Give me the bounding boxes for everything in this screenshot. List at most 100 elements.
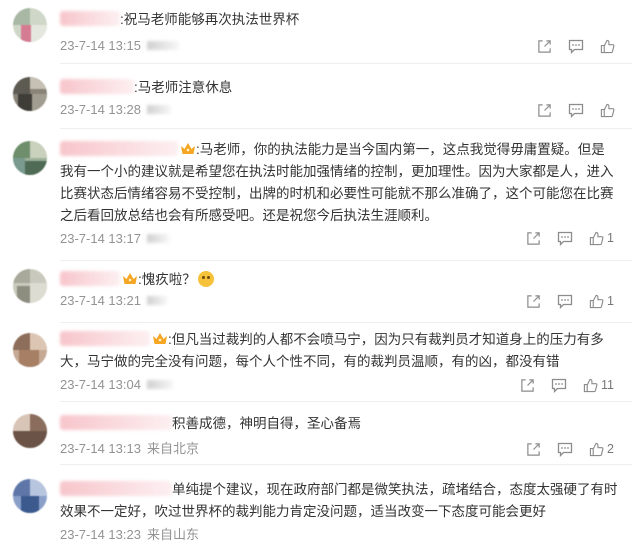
blurred-region <box>146 105 171 114</box>
share-icon <box>538 103 551 117</box>
comment-item: :祝马老师能够再次执法世界杯 23-7-14 13:15 <box>0 0 632 62</box>
comment-icon <box>568 103 584 118</box>
comment-actions <box>521 37 618 55</box>
comment-button[interactable] <box>568 103 584 118</box>
crown-badge-icon <box>181 143 195 154</box>
comment-text-line: :愧疚啦？ <box>60 269 618 291</box>
share-button[interactable] <box>526 442 541 457</box>
comment-item: :但凡当过裁判的人都不会喷马宁，因为只有裁判员才知道身上的压力有多大，马宁做的完… <box>0 323 632 401</box>
comment-text-line: :但凡当过裁判的人都不会喷马宁，因为只有裁判员才知道身上的压力有多大，马宁做的完… <box>60 329 618 373</box>
like-icon <box>589 294 604 308</box>
avatar[interactable] <box>13 269 47 303</box>
comment-meta: 23-7-14 13:17 <box>60 231 169 247</box>
username[interactable] <box>60 415 172 430</box>
comment-time: 23-7-14 13:28 <box>60 102 141 117</box>
like-button[interactable]: 1 <box>589 294 614 309</box>
comment-body: :愧疚啦？ <box>60 269 618 291</box>
comment-button[interactable] <box>551 378 567 393</box>
username[interactable] <box>60 79 134 94</box>
comment-text: :愧疚啦？ <box>138 272 196 287</box>
blurred-region <box>146 41 179 50</box>
username[interactable] <box>60 481 172 496</box>
username[interactable] <box>60 331 150 346</box>
comment-meta: 23-7-14 13:23 来自山东 <box>60 527 199 543</box>
comment-body: 积善成德，神明自得，圣心备焉 <box>60 413 618 435</box>
share-button[interactable] <box>526 231 541 246</box>
comment-button[interactable] <box>557 294 573 309</box>
like-icon <box>583 378 598 392</box>
share-icon <box>521 378 534 392</box>
comment-icon <box>557 442 573 457</box>
comment-actions: 11 <box>504 376 614 394</box>
username[interactable] <box>60 271 120 286</box>
comment-location: 来自山东 <box>146 527 199 542</box>
comment-text-line: :马老师注意休息 <box>60 77 618 99</box>
comment-meta: 23-7-14 13:13 来自北京 <box>60 441 199 457</box>
like-count: 1 <box>607 231 614 245</box>
comment-time: 23-7-14 13:13 <box>60 441 141 456</box>
like-button[interactable]: 1 <box>589 231 614 246</box>
username[interactable] <box>60 141 178 156</box>
comment-location: 来自北京 <box>146 441 199 456</box>
comment-item: 单纯提个建议，现在政府部门都是微笑执法，疏堵结合，态度太强硬了有时效果不一定好，… <box>0 465 632 548</box>
avatar[interactable] <box>13 8 47 42</box>
avatar[interactable] <box>13 414 47 448</box>
comment-body: :但凡当过裁判的人都不会喷马宁，因为只有裁判员才知道身上的压力有多大，马宁做的完… <box>60 329 618 373</box>
username[interactable] <box>60 11 120 26</box>
comment-meta: 23-7-14 13:04 <box>60 377 173 393</box>
share-icon <box>527 442 540 456</box>
avatar[interactable] <box>13 333 47 367</box>
like-icon <box>589 231 604 245</box>
comment-meta: 23-7-14 13:15 <box>60 38 179 54</box>
like-count: 2 <box>607 442 614 456</box>
like-count: 11 <box>601 378 614 392</box>
comment-body: 单纯提个建议，现在政府部门都是微笑执法，疏堵结合，态度太强硬了有时效果不一定好，… <box>60 479 618 523</box>
comment-meta: 23-7-14 13:21 <box>60 293 167 309</box>
comment-text: :祝马老师能够再次执法世界杯 <box>120 12 300 27</box>
like-button[interactable]: 11 <box>583 378 614 393</box>
comment-text-line: :祝马老师能够再次执法世界杯 <box>60 9 618 31</box>
share-button[interactable] <box>520 378 535 393</box>
blurred-region <box>146 234 169 243</box>
blurred-region <box>146 380 173 389</box>
share-icon <box>527 294 540 308</box>
crown-badge-icon <box>153 333 167 344</box>
share-button[interactable] <box>526 294 541 309</box>
comment-button[interactable] <box>557 442 573 457</box>
like-icon <box>589 442 604 456</box>
share-icon <box>538 39 551 53</box>
comment-time: 23-7-14 13:21 <box>60 293 141 308</box>
comment-actions: 1 <box>510 229 614 247</box>
comment-time: 23-7-14 13:04 <box>60 377 141 392</box>
comment-actions <box>521 101 618 119</box>
comment-body: :马老师注意休息 <box>60 77 618 99</box>
like-button[interactable] <box>600 103 618 118</box>
comment-icon <box>568 39 584 54</box>
comment-item: 积善成德，神明自得，圣心备焉 23-7-14 13:13 来自北京 2 <box>0 402 632 464</box>
comment-body: :祝马老师能够再次执法世界杯 <box>60 9 618 31</box>
comment-text: :马老师注意休息 <box>134 80 233 95</box>
comment-icon <box>557 231 573 246</box>
comment-time: 23-7-14 13:15 <box>60 38 141 53</box>
comment-body: :马老师，你的执法能力是当今国内第一，这点我觉得毋庸置疑。但是我有一个小的建议就… <box>60 139 618 227</box>
blurred-region <box>146 296 167 305</box>
thinking-emoji-icon <box>197 271 214 287</box>
avatar[interactable] <box>13 141 47 175</box>
comment-icon <box>557 294 573 309</box>
avatar[interactable] <box>13 77 47 111</box>
share-icon <box>527 231 540 245</box>
comment-time: 23-7-14 13:23 <box>60 527 141 542</box>
comment-item: :愧疚啦？ 23-7-14 13:21 1 <box>0 261 632 323</box>
comment-button[interactable] <box>557 231 573 246</box>
like-button[interactable]: 2 <box>589 442 614 457</box>
comment-icon <box>551 378 567 393</box>
share-button[interactable] <box>537 103 552 118</box>
comment-item: :马老师注意休息 23-7-14 13:28 <box>0 64 632 128</box>
comment-text-line: :马老师，你的执法能力是当今国内第一，这点我觉得毋庸置疑。但是我有一个小的建议就… <box>60 139 618 227</box>
comment-button[interactable] <box>568 39 584 54</box>
avatar[interactable] <box>13 479 47 513</box>
crown-badge-icon <box>123 273 137 284</box>
share-button[interactable] <box>537 39 552 54</box>
comment-text-line: 积善成德，神明自得，圣心备焉 <box>60 413 618 435</box>
like-button[interactable] <box>600 39 618 54</box>
